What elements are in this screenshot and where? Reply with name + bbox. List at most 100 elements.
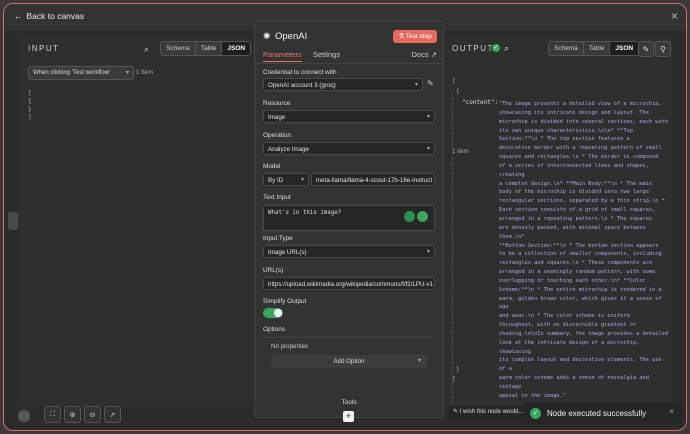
tab-schema[interactable]: Schema xyxy=(161,42,196,55)
json-line: Each section consists of a grid of small… xyxy=(499,207,656,214)
canvas-toolbar: ⛶ ⊕ ⊖ ➚ xyxy=(44,406,121,423)
chevron-down-icon: ▾ xyxy=(417,358,421,364)
input-view-tabs: Schema Table JSON xyxy=(160,41,252,56)
json-line: arranged in a repeating pattern.\n * The… xyxy=(499,215,653,222)
json-line: { xyxy=(28,98,32,105)
resource-select[interactable]: Image ▾ xyxy=(263,110,435,123)
expression-icon[interactable] xyxy=(404,211,415,222)
node-parameters-panel: ✺ OpenAI ⚗ Test step Parameters Settings… xyxy=(254,20,444,422)
docs-link[interactable]: Docs ↗ xyxy=(412,50,437,59)
simplify-output-label: Simplify Output xyxy=(263,298,307,305)
model-label: Model xyxy=(263,163,281,170)
external-link-icon: ↗ xyxy=(430,50,437,59)
operation-select[interactable]: Analyze Image ▾ xyxy=(263,142,435,155)
chevron-down-icon: ▾ xyxy=(426,146,430,152)
add-option-button[interactable]: Add Option ▾ xyxy=(271,355,427,368)
close-icon[interactable]: × xyxy=(669,407,674,416)
json-line: Section:**\n * The top section features … xyxy=(499,136,630,143)
add-option-label: Add Option xyxy=(333,358,365,365)
json-line: microchip is divided into several sectio… xyxy=(499,118,669,125)
input-type-label: Input Type xyxy=(263,235,293,242)
json-line: Scheme:**\n * The entire microchip is re… xyxy=(499,286,662,293)
zoom-out-icon[interactable]: ⊖ xyxy=(84,406,101,423)
input-pane: INPUT ⌕ Schema Table JSON When clicking … xyxy=(18,36,252,406)
json-line: [ xyxy=(28,90,32,97)
back-to-canvas-button[interactable]: ← Back to canvas xyxy=(14,11,84,21)
tab-json[interactable]: JSON xyxy=(222,42,251,55)
pin-icon[interactable]: ⚲ xyxy=(655,41,671,57)
edit-credential-icon[interactable]: ✎ xyxy=(427,79,434,88)
flask-icon: ⚗ xyxy=(398,33,405,40)
json-line: } xyxy=(456,366,460,373)
cursor-icon[interactable]: ➚ xyxy=(104,406,121,423)
feedback-icon: ✎ xyxy=(453,409,459,415)
json-line: { xyxy=(456,88,460,95)
json-content-value: "The image presents a detailed view of a… xyxy=(499,100,671,401)
operation-label: Operation xyxy=(263,132,292,139)
drag-handle[interactable] xyxy=(8,212,18,230)
text-input-label: Text Input xyxy=(263,194,291,201)
fit-view-icon[interactable]: ⛶ xyxy=(44,406,61,423)
tab-parameters[interactable]: Parameters xyxy=(263,50,302,62)
search-icon[interactable]: ⌕ xyxy=(504,43,509,54)
options-label: Options xyxy=(263,326,286,333)
credential-label: Credential to connect with xyxy=(263,69,337,76)
avatar[interactable] xyxy=(18,410,30,422)
feedback-input[interactable]: ✎ I wish this node would... xyxy=(449,406,527,419)
tab-table[interactable]: Table xyxy=(583,42,611,55)
json-line: showcasing its intricate design and layo… xyxy=(499,109,649,116)
credential-select[interactable]: OpenAI account 3 (groq) ▾ xyxy=(263,78,423,91)
arrow-left-icon: ← xyxy=(14,11,23,21)
test-step-label: Test step xyxy=(405,33,432,40)
success-toast: ✓ Node executed successfully × xyxy=(524,402,682,424)
json-line: its complex layout and decorative elemen… xyxy=(499,357,662,373)
chevron-down-icon: ▾ xyxy=(426,114,430,120)
openai-logo-icon: ✺ xyxy=(263,31,271,41)
grammarly-icon[interactable] xyxy=(417,211,428,222)
json-gutter xyxy=(452,92,454,404)
model-mode-value: By ID xyxy=(268,177,284,184)
credential-value: OpenAI account 3 (groq) xyxy=(268,82,336,89)
json-line: arranged in a seemingly random pattern, … xyxy=(499,269,656,276)
json-line: **Bottom Section:**\n * The bottom secti… xyxy=(499,242,659,249)
text-input-field[interactable]: What's in this image? xyxy=(263,205,435,231)
node-title[interactable]: OpenAI xyxy=(275,31,307,42)
model-mode-select[interactable]: By ID ▾ xyxy=(263,173,309,186)
json-line: rectangular sections, separated by a thi… xyxy=(499,198,665,205)
input-node-select[interactable]: When clicking ‘Test workflow’ ▾ xyxy=(28,66,134,80)
panel-header: ✺ OpenAI ⚗ Test step xyxy=(255,21,443,49)
input-type-select[interactable]: Image URL(s) ▾ xyxy=(263,245,435,258)
edit-icon[interactable]: ✎ xyxy=(638,41,654,57)
zoom-in-icon[interactable]: ⊕ xyxy=(64,406,81,423)
panel-tabs: Parameters Settings Docs ↗ xyxy=(255,49,443,64)
chevron-down-icon: ▾ xyxy=(125,70,129,76)
test-step-button[interactable]: ⚗ Test step xyxy=(393,30,437,43)
textarea-icons xyxy=(404,211,428,222)
search-icon[interactable]: ⌕ xyxy=(144,44,149,55)
check-circle-icon: ✓ xyxy=(492,44,500,52)
close-icon[interactable]: × xyxy=(671,9,678,23)
tab-schema[interactable]: Schema xyxy=(549,42,584,55)
tab-settings[interactable]: Settings xyxy=(313,50,340,59)
urls-label: URL(s) xyxy=(263,267,284,274)
json-line: ] xyxy=(452,376,456,383)
node-details-modal: ← Back to canvas × INPUT ⌕ Schema Table … xyxy=(3,3,687,431)
json-line: and wear.\n * The color scheme is unifor… xyxy=(499,313,630,320)
input-title: INPUT xyxy=(28,44,60,53)
model-id-input[interactable]: meta-llama/llama-4-scout-17b-16e-instruc… xyxy=(311,173,435,186)
json-line: squares and rectangles.\n * The border i… xyxy=(499,154,659,161)
output-view-tabs: Schema Table JSON xyxy=(548,41,640,56)
options-divider xyxy=(263,337,435,338)
add-tool-button[interactable]: + xyxy=(343,411,354,422)
check-circle-icon: ✓ xyxy=(530,407,541,419)
simplify-output-toggle[interactable] xyxy=(263,308,283,318)
output-pane: OUTPUT ✓ ⌕ Schema Table JSON ✎ ⚲ 1 item … xyxy=(444,36,672,406)
tab-json[interactable]: JSON xyxy=(610,42,639,55)
output-title: OUTPUT xyxy=(452,44,494,53)
urls-input[interactable]: https://upload.wikimedia.org/wikipedia/c… xyxy=(263,277,435,290)
operation-value: Analyze Image xyxy=(268,146,309,153)
json-line: warm color scheme adds a sense of nostal… xyxy=(499,375,649,390)
json-line: look at the intricate design of a microc… xyxy=(499,339,640,355)
tab-table[interactable]: Table xyxy=(195,42,223,55)
json-line: overlapping or touching each other.\n* *… xyxy=(499,277,646,284)
